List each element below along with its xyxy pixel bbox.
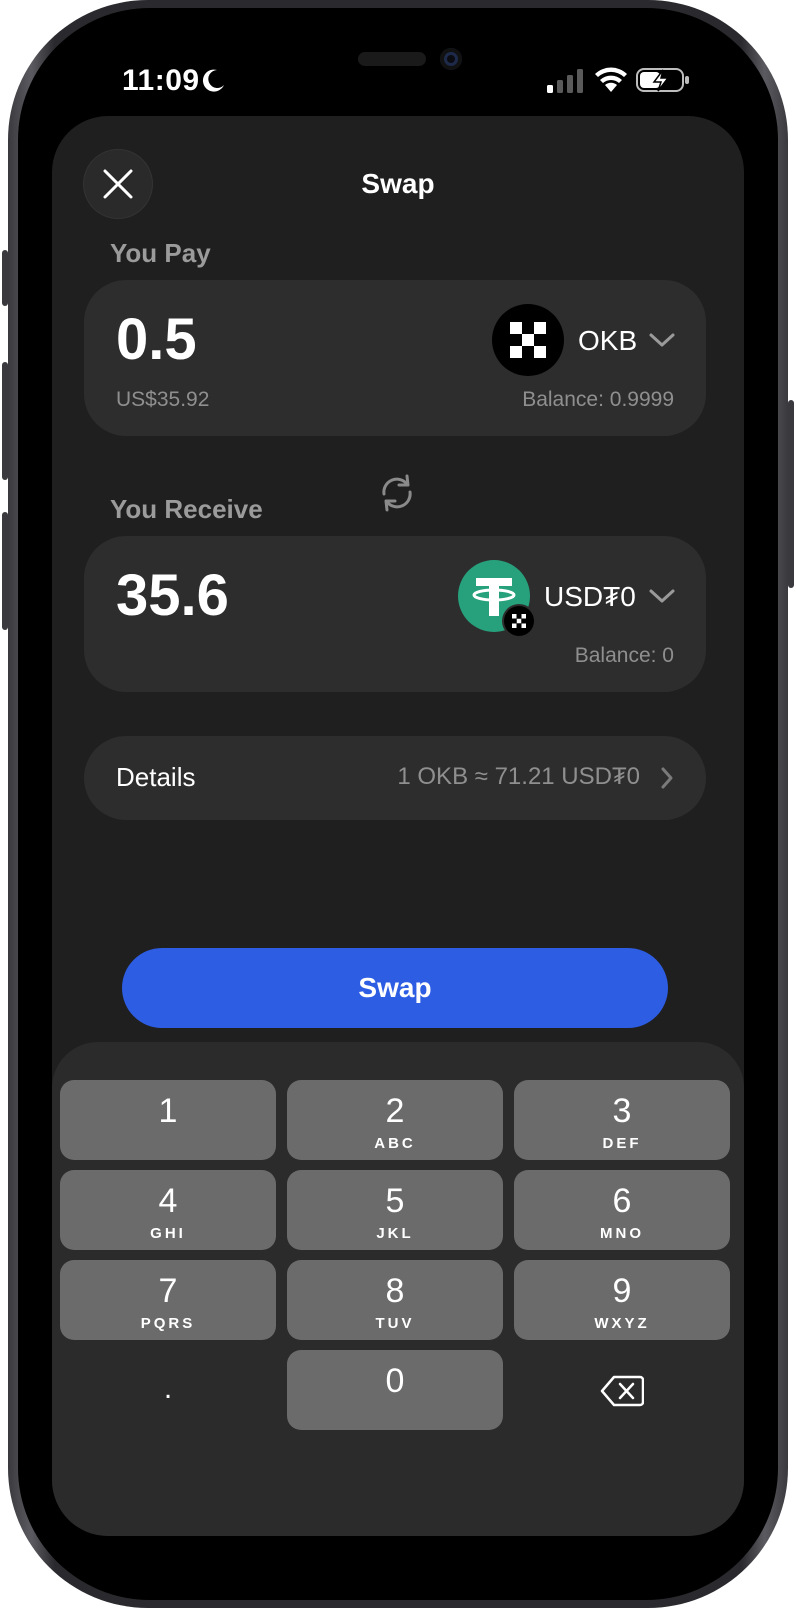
pay-balance: Balance: 0.9999 <box>522 388 674 411</box>
cellular-signal-icon <box>547 69 583 93</box>
key-5[interactable]: 5 JKL <box>287 1170 503 1250</box>
exchange-rate: 1 OKB ≈ 71.21 USD₮0 <box>397 763 640 790</box>
volume-up-button <box>2 362 8 480</box>
details-row[interactable]: Details 1 OKB ≈ 71.21 USD₮0 <box>84 736 706 820</box>
key-digit: 2 <box>385 1092 405 1130</box>
pay-token-name: OKB <box>578 325 638 356</box>
okb-token-icon <box>492 304 564 376</box>
battery-charging-icon <box>636 68 689 92</box>
key-digit: 5 <box>385 1182 405 1220</box>
key-letters: TUV <box>375 1315 415 1332</box>
chevron-down-icon <box>649 589 675 603</box>
earpiece-speaker <box>358 52 426 66</box>
key-letters: GHI <box>150 1225 186 1242</box>
you-pay-label: You Pay <box>110 238 211 268</box>
key-9[interactable]: 9 WXYZ <box>514 1260 730 1340</box>
status-time: 11:09 <box>122 64 200 97</box>
numeric-keypad: 1 2 ABC 3 DEF 4 GHI 5 JKL 6 MNO 7 PQRS 8… <box>52 1042 744 1536</box>
key-backspace[interactable] <box>514 1350 730 1430</box>
key-digit: 6 <box>612 1182 632 1220</box>
swap-sheet: Swap You Pay 0.5 US$35.92 OKB Balance: 0… <box>52 116 744 1536</box>
pay-token-selector[interactable]: OKB <box>492 304 676 376</box>
chevron-down-icon <box>649 333 675 347</box>
key-4[interactable]: 4 GHI <box>60 1170 276 1250</box>
key-digit: 8 <box>385 1272 405 1310</box>
key-7[interactable]: 7 PQRS <box>60 1260 276 1340</box>
swap-arrows-icon[interactable] <box>376 472 418 514</box>
receive-token-name: USD₮0 <box>544 581 636 612</box>
action-button <box>2 250 8 306</box>
swap-button[interactable]: Swap <box>122 948 668 1028</box>
screen: 11:09 Swap You Pay 0.5 US$35.92 OKB Bala… <box>34 24 762 1584</box>
key-digit: 9 <box>612 1272 632 1310</box>
key-letters: MNO <box>600 1225 644 1242</box>
key-8[interactable]: 8 TUV <box>287 1260 503 1340</box>
receive-balance: Balance: 0 <box>574 644 674 667</box>
key-3[interactable]: 3 DEF <box>514 1080 730 1160</box>
details-label: Details <box>116 762 196 792</box>
key-6[interactable]: 6 MNO <box>514 1170 730 1250</box>
pay-fiat-value: US$35.92 <box>116 388 210 411</box>
chevron-right-icon <box>661 767 673 789</box>
key-letters: JKL <box>376 1225 414 1242</box>
page-title: Swap <box>361 168 435 199</box>
key-letters: DEF <box>602 1135 642 1152</box>
pay-amount[interactable]: 0.5 <box>116 306 197 373</box>
volume-down-button <box>2 512 8 630</box>
key-letters: ABC <box>374 1135 416 1152</box>
wifi-icon <box>595 67 627 92</box>
key-2[interactable]: 2 ABC <box>287 1080 503 1160</box>
key-digit: 7 <box>158 1272 178 1310</box>
power-button <box>788 400 794 588</box>
receive-token-selector[interactable]: USD₮0 <box>458 560 676 636</box>
pay-card: 0.5 US$35.92 OKB Balance: 0.9999 <box>84 280 706 436</box>
key-digit: . <box>163 1372 173 1405</box>
moon-icon <box>202 69 224 92</box>
key-letters: PQRS <box>140 1315 196 1332</box>
okx-chain-badge-icon <box>504 606 534 636</box>
key-letters: WXYZ <box>594 1315 650 1332</box>
key-decimal[interactable]: . <box>60 1350 276 1430</box>
receive-card: 35.6 USD₮0 Balance: 0 <box>84 536 706 692</box>
receive-amount: 35.6 <box>116 563 229 628</box>
key-digit: 1 <box>158 1092 178 1130</box>
front-camera <box>440 48 462 70</box>
you-receive-label: You Receive <box>110 494 263 524</box>
backspace-icon <box>600 1375 644 1407</box>
key-0[interactable]: 0 <box>287 1350 503 1430</box>
key-digit: 0 <box>385 1362 405 1400</box>
key-digit: 4 <box>158 1182 178 1220</box>
key-digit: 3 <box>612 1092 632 1130</box>
phone-device: 11:09 Swap You Pay 0.5 US$35.92 OKB Bala… <box>2 0 794 1608</box>
key-1[interactable]: 1 <box>60 1080 276 1160</box>
